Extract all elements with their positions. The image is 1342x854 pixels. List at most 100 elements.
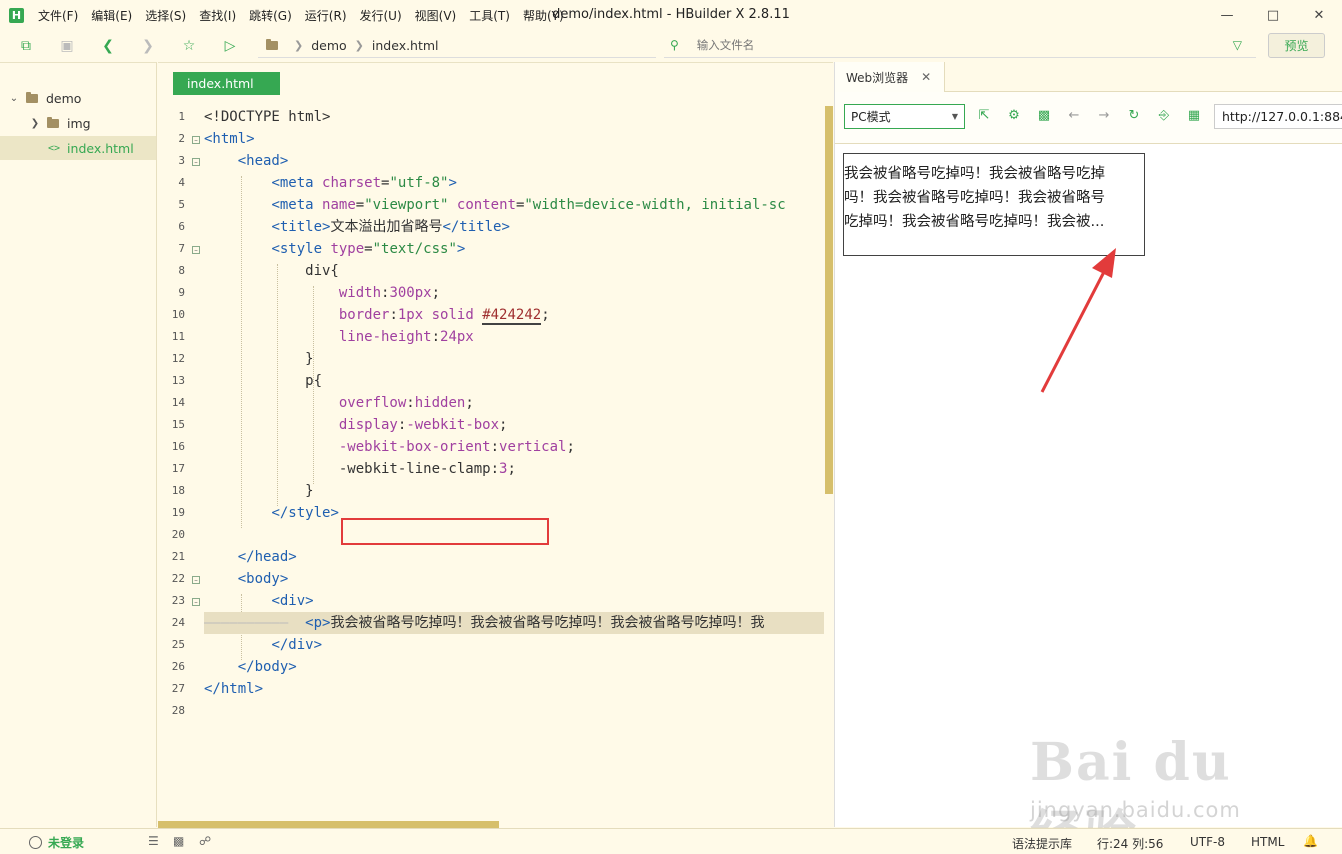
tree-item-folder[interactable]: ❯ img bbox=[0, 111, 156, 135]
code-line: p{ bbox=[204, 373, 323, 389]
code-line: <style type="text/css"> bbox=[271, 241, 466, 257]
code-line: display:-webkit-box; bbox=[338, 417, 508, 433]
forward-arrow-icon[interactable]: → bbox=[1095, 107, 1113, 125]
vertical-scrollbar[interactable] bbox=[825, 106, 833, 494]
back-arrow-icon[interactable]: ← bbox=[1065, 107, 1083, 125]
menu-tools[interactable]: 工具(T) bbox=[469, 7, 510, 24]
project-tree: ⌄ demo ❯ img <> index.html bbox=[0, 62, 157, 827]
line-number: 23 bbox=[171, 594, 185, 607]
menu-run[interactable]: 运行(R) bbox=[305, 7, 347, 24]
browser-tab[interactable]: Web浏览器 ✕ bbox=[835, 62, 945, 92]
folder-icon bbox=[47, 116, 59, 128]
menu-select[interactable]: 选择(S) bbox=[145, 7, 186, 24]
line-number: 5 bbox=[178, 198, 185, 211]
tree-item-file[interactable]: <> index.html bbox=[0, 136, 156, 160]
chevron-right-icon[interactable]: ❯ bbox=[29, 118, 41, 129]
browser-tab-label: Web浏览器 bbox=[846, 70, 909, 85]
cursor-position[interactable]: 行:24 列:56 bbox=[1097, 835, 1163, 852]
filter-icon[interactable]: ▽ bbox=[1233, 38, 1242, 52]
qr-code-icon[interactable]: ▦ bbox=[1185, 107, 1203, 125]
highlight-annotation-box bbox=[341, 518, 549, 545]
menu-find[interactable]: 查找(I) bbox=[199, 7, 236, 24]
app-logo-icon: H bbox=[9, 7, 24, 23]
open-external-icon[interactable]: ⇱ bbox=[975, 107, 993, 125]
watermark-sub: jingyan.baidu.com bbox=[1030, 798, 1241, 822]
code-line: -webkit-box-orient:vertical; bbox=[338, 439, 575, 455]
line-number: 18 bbox=[171, 484, 185, 497]
line-number: 27 bbox=[171, 682, 185, 695]
code-line: <title>文本溢出加省略号</title> bbox=[271, 219, 510, 235]
lock-icon[interactable]: ⎆ bbox=[1155, 107, 1173, 125]
line-number: 19 bbox=[171, 506, 185, 519]
menu-help[interactable]: 帮助(Y) bbox=[523, 7, 564, 24]
run-icon[interactable]: ▷ bbox=[220, 36, 240, 56]
bell-icon[interactable]: 🔔 bbox=[1303, 834, 1318, 848]
line-number: 16 bbox=[171, 440, 185, 453]
tree-item-project[interactable]: ⌄ demo bbox=[0, 86, 156, 110]
chevron-down-icon[interactable]: ⌄ bbox=[8, 93, 20, 104]
code-line: </head> bbox=[237, 549, 297, 565]
line-number: 11 bbox=[171, 330, 185, 343]
breadcrumb-file[interactable]: index.html bbox=[372, 38, 439, 53]
maximize-icon[interactable]: □ bbox=[1250, 0, 1296, 30]
code-line: div{ bbox=[204, 263, 339, 279]
fold-toggle-icon[interactable]: – bbox=[192, 576, 200, 584]
star-icon[interactable]: ☆ bbox=[179, 36, 199, 56]
login-status[interactable]: 未登录 bbox=[29, 834, 84, 851]
code-line: overflow:hidden; bbox=[338, 395, 474, 411]
menu-goto[interactable]: 跳转(G) bbox=[249, 7, 292, 24]
fold-toggle-icon[interactable]: – bbox=[192, 598, 200, 606]
line-number: 4 bbox=[178, 176, 185, 189]
breadcrumb-project[interactable]: demo bbox=[311, 38, 346, 53]
chevron-right-icon: ❯ bbox=[294, 38, 304, 52]
horizontal-scrollbar[interactable] bbox=[158, 821, 499, 828]
fold-toggle-icon[interactable]: – bbox=[192, 136, 200, 144]
refresh-icon[interactable]: ↻ bbox=[1125, 107, 1143, 125]
menu-edit[interactable]: 编辑(E) bbox=[91, 7, 132, 24]
line-number: 2 bbox=[178, 132, 185, 145]
annotation-arrow bbox=[1040, 248, 1116, 393]
window-controls: — □ ✕ bbox=[1204, 0, 1342, 30]
fold-toggle-icon[interactable]: – bbox=[192, 158, 200, 166]
file-language[interactable]: HTML bbox=[1251, 835, 1284, 849]
editor-tab[interactable]: index.html bbox=[173, 72, 280, 95]
baidu-watermark: Bai du 经验 jingyan.baidu.com bbox=[1030, 712, 1270, 854]
back-arrow-icon[interactable]: ❮ bbox=[98, 36, 118, 56]
globe-icon[interactable]: ☍ bbox=[199, 834, 211, 848]
main-toolbar: ⧉ ▣ ❮ ❯ ☆ ▷ ❯ demo ❯ index.html ⚲ 输入文件名 … bbox=[0, 30, 1342, 61]
line-number: 17 bbox=[171, 462, 185, 475]
url-input[interactable]: http://127.0.0.1:8848 bbox=[1214, 104, 1342, 129]
file-encoding[interactable]: UTF-8 bbox=[1190, 835, 1225, 849]
folder-icon bbox=[266, 38, 278, 50]
syntax-hint-lib[interactable]: 语法提示库 bbox=[1012, 835, 1072, 852]
menu-view[interactable]: 视图(V) bbox=[415, 7, 457, 24]
console-icon[interactable]: ▩ bbox=[1035, 107, 1053, 125]
rendered-line-3: 吃掉吗！我会被省略号吃掉吗！我会被... bbox=[844, 214, 1105, 230]
menu-file[interactable]: 文件(F) bbox=[38, 7, 78, 24]
rendered-paragraph: 我会被省略号吃掉吗！我会被省略号吃掉 吗！我会被省略号吃掉吗！我会被省略号 吃掉… bbox=[844, 162, 1144, 234]
close-icon[interactable]: ✕ bbox=[921, 70, 931, 84]
tree-label-folder: img bbox=[67, 115, 91, 131]
gear-icon[interactable]: ⚙ bbox=[1005, 107, 1023, 125]
code-line: <meta name="viewport" content="width=dev… bbox=[271, 197, 786, 213]
user-icon bbox=[29, 836, 42, 849]
file-search-input[interactable]: ⚲ 输入文件名 ▽ bbox=[664, 33, 1256, 58]
minimize-icon[interactable]: — bbox=[1204, 0, 1250, 30]
menu-publish[interactable]: 发行(U) bbox=[360, 7, 402, 24]
code-line: <meta charset="utf-8"> bbox=[271, 175, 457, 191]
close-icon[interactable]: ✕ bbox=[1296, 0, 1342, 30]
line-number: 24 bbox=[171, 616, 185, 629]
rendered-line-2: 吗！我会被省略号吃掉吗！我会被省略号 bbox=[844, 190, 1105, 206]
code-editor[interactable]: index.html 1 2 3 4 5 6 7 8 9 10 11 12 13… bbox=[158, 62, 833, 828]
save-icon[interactable]: ▣ bbox=[57, 36, 77, 56]
code-line: <!DOCTYPE html> bbox=[204, 109, 331, 125]
fold-toggle-icon[interactable]: – bbox=[192, 246, 200, 254]
device-mode-value: PC模式 bbox=[851, 110, 891, 124]
list-icon[interactable]: ☰ bbox=[148, 834, 159, 848]
terminal-icon[interactable]: ▩ bbox=[173, 834, 184, 848]
line-number: 26 bbox=[171, 660, 185, 673]
new-file-icon[interactable]: ⧉ bbox=[16, 36, 36, 56]
device-mode-select[interactable]: PC模式 ▼ bbox=[844, 104, 965, 129]
forward-arrow-icon[interactable]: ❯ bbox=[138, 36, 158, 56]
preview-button[interactable]: 预览 bbox=[1268, 33, 1325, 58]
